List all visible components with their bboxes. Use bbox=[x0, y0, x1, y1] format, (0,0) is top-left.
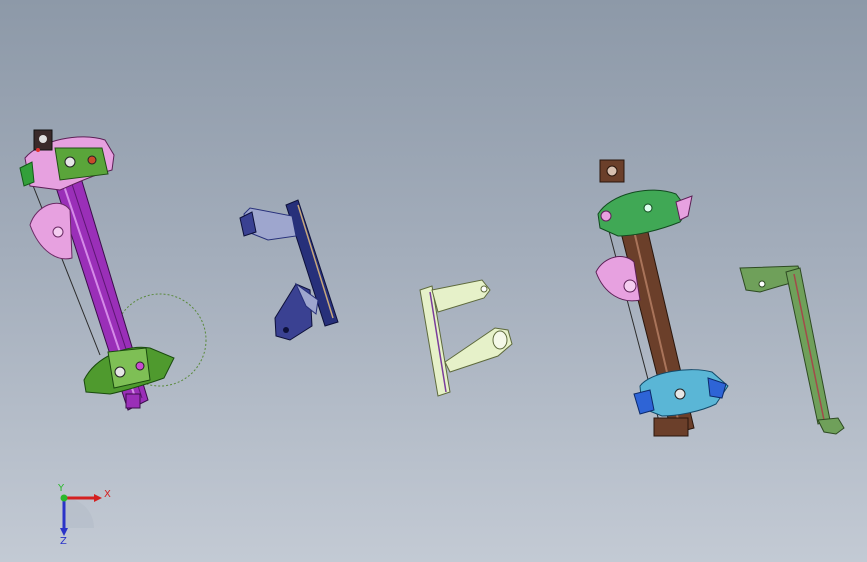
rail-body bbox=[785, 267, 831, 425]
triad-plane-shade bbox=[64, 498, 94, 528]
window-regulator-left[interactable] bbox=[19, 129, 207, 411]
upper-plate bbox=[597, 189, 689, 237]
cad-scene[interactable]: X Y Z bbox=[0, 0, 867, 562]
upper-flange bbox=[431, 279, 491, 313]
coordinate-triad: X Y Z bbox=[57, 483, 111, 547]
x-axis-label: X bbox=[104, 489, 111, 500]
bracket-pale-green[interactable] bbox=[419, 279, 513, 397]
z-axis-label: Z bbox=[60, 536, 67, 547]
rail-olive-green[interactable] bbox=[739, 265, 845, 435]
bracket-blue[interactable] bbox=[239, 199, 339, 341]
y-axis-label: Y bbox=[57, 483, 65, 494]
z-axis-arrowhead bbox=[60, 528, 68, 536]
pink-bracket-right bbox=[595, 256, 641, 302]
y-axis-dot bbox=[60, 494, 68, 502]
pink-bracket bbox=[29, 202, 73, 260]
window-regulator-right[interactable] bbox=[595, 159, 729, 437]
x-axis-arrowhead bbox=[94, 494, 102, 502]
cad-viewport[interactable]: X Y Z bbox=[0, 0, 867, 562]
